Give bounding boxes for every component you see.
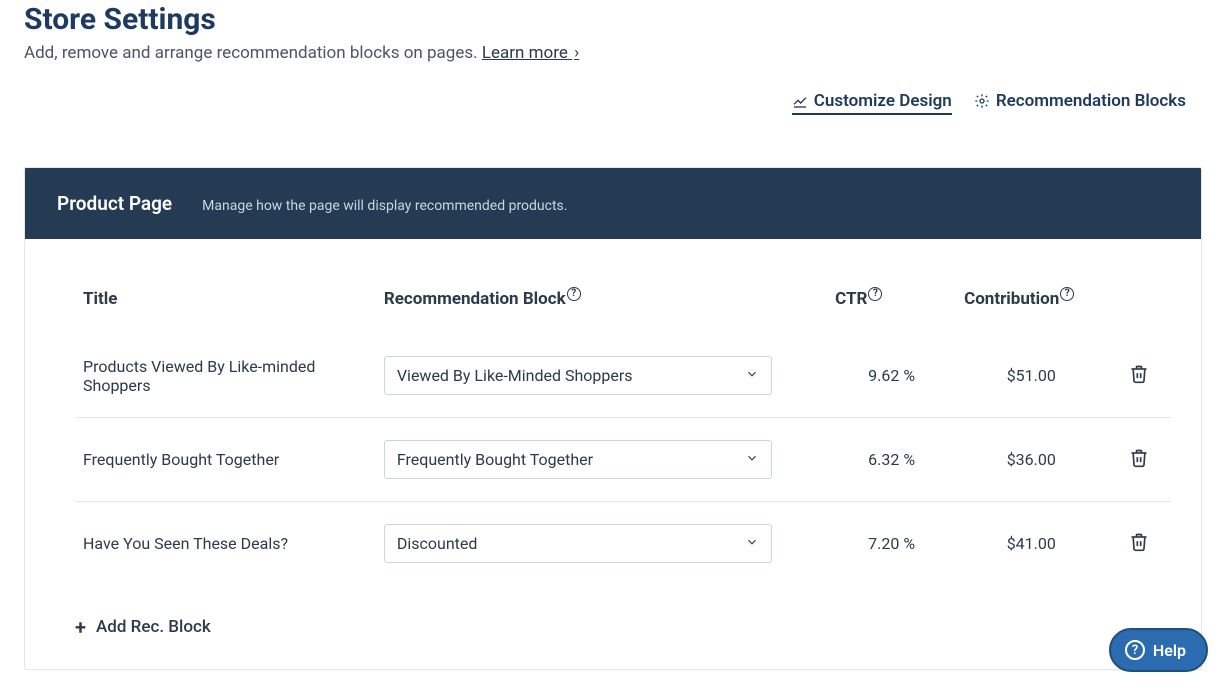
top-actions: Customize Design Recommendation Blocks [0,63,1226,115]
help-icon[interactable]: ? [1060,287,1074,301]
paint-icon [792,93,808,109]
col-header-title: Title [75,279,376,334]
table-row: Products Viewed By Like-minded Shoppers … [75,334,1171,418]
plus-icon: + [75,615,86,639]
trash-icon [1129,456,1149,471]
row-contribution: $41.00 [956,502,1106,586]
learn-more-link[interactable]: Learn more › [482,43,579,63]
customize-design-button[interactable]: Customize Design [792,91,952,115]
add-rec-block-button[interactable]: + Add Rec. Block [75,585,1171,639]
subtitle-text: Add, remove and arrange recommendation b… [24,43,482,63]
row-ctr: 7.20 % [827,502,956,586]
row-title: Products Viewed By Like-minded Shoppers [75,334,376,418]
product-page-panel: Product Page Manage how the page will di… [24,167,1202,670]
recommendation-block-select[interactable]: Discounted [384,524,772,563]
row-contribution: $36.00 [956,418,1106,502]
delete-row-button[interactable] [1125,444,1153,475]
question-icon: ? [1125,640,1145,660]
chevron-down-icon [745,534,759,553]
chevron-down-icon [745,450,759,469]
row-title: Have You Seen These Deals? [75,502,376,586]
panel-header-title: Product Page [57,192,172,215]
recommendation-block-select[interactable]: Viewed By Like-Minded Shoppers [384,356,772,395]
row-ctr: 6.32 % [827,418,956,502]
recommendation-blocks-button[interactable]: Recommendation Blocks [974,91,1186,115]
gear-icon [974,93,990,109]
page-title: Store Settings [24,0,1226,37]
table-row: Have You Seen These Deals? Discounted 7.… [75,502,1171,586]
help-widget-button[interactable]: ? Help [1109,628,1208,672]
help-icon[interactable]: ? [567,287,581,301]
page-subtitle: Add, remove and arrange recommendation b… [24,43,1226,63]
row-contribution: $51.00 [956,334,1106,418]
recommendation-blocks-label: Recommendation Blocks [996,91,1186,111]
chevron-down-icon [745,366,759,385]
select-value: Frequently Bought Together [397,450,593,469]
row-ctr: 9.62 % [827,334,956,418]
add-rec-block-label: Add Rec. Block [96,617,211,637]
chevron-right-icon: › [574,43,579,63]
delete-row-button[interactable] [1125,360,1153,391]
customize-design-label: Customize Design [814,91,952,111]
recommendation-table: Title Recommendation Block? CTR? Contrib… [75,279,1171,585]
panel-header: Product Page Manage how the page will di… [25,168,1201,239]
select-value: Viewed By Like-Minded Shoppers [397,366,633,385]
help-label: Help [1153,641,1186,660]
help-icon[interactable]: ? [868,287,882,301]
col-header-contribution: Contribution? [956,279,1106,334]
select-value: Discounted [397,534,478,553]
panel-header-subtitle: Manage how the page will display recomme… [202,198,567,214]
trash-icon [1129,540,1149,555]
trash-icon [1129,372,1149,387]
col-header-block: Recommendation Block? [376,279,827,334]
row-title: Frequently Bought Together [75,418,376,502]
delete-row-button[interactable] [1125,528,1153,559]
table-row: Frequently Bought Together Frequently Bo… [75,418,1171,502]
col-header-ctr: CTR? [827,279,956,334]
recommendation-block-select[interactable]: Frequently Bought Together [384,440,772,479]
